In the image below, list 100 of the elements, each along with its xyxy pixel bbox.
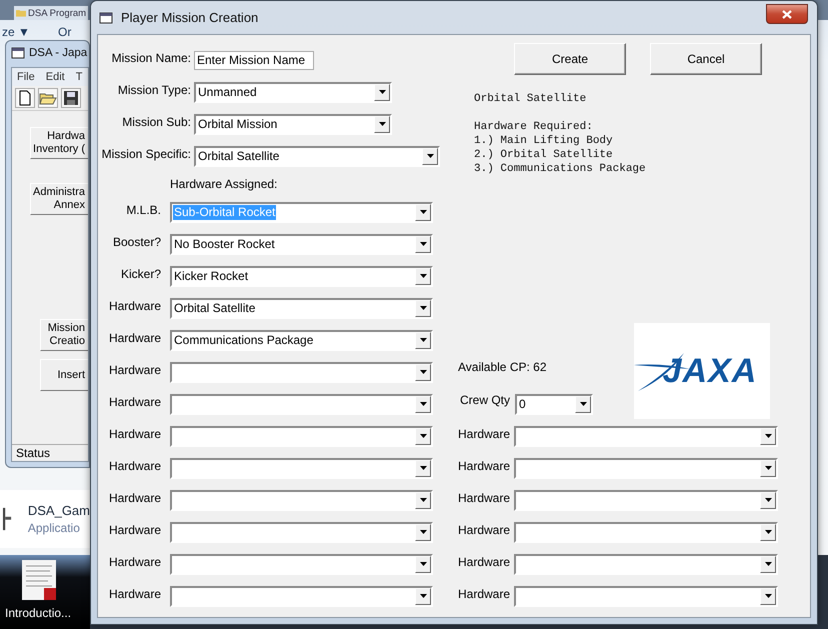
- field-label: Hardware: [108, 426, 162, 440]
- field-label: M.L.B.: [125, 202, 162, 216]
- caret-icon: [420, 338, 426, 342]
- dialog-button[interactable]: Cancel: [650, 43, 762, 75]
- dropdown[interactable]: Orbital Mission: [194, 114, 392, 134]
- document-drawing: [22, 560, 56, 600]
- dropdown-arrow-button[interactable]: [422, 148, 438, 164]
- field-label: Hardware: [108, 522, 162, 536]
- new-file-icon[interactable]: [15, 88, 35, 108]
- caret-icon: [420, 466, 426, 470]
- caret-icon: [764, 498, 772, 502]
- caret-icon: [420, 274, 426, 278]
- dropdown-arrow-button[interactable]: [760, 588, 776, 604]
- requirements-heading: Hardware Required:: [474, 120, 593, 134]
- address-field[interactable]: DSA Program: [14, 6, 88, 20]
- dropdown-arrow-button[interactable]: [760, 556, 776, 572]
- dropdown-arrow-button[interactable]: [415, 396, 431, 412]
- mission-title-text: Orbital Satellite: [474, 92, 586, 106]
- app-button[interactable]: Insert: [40, 359, 88, 391]
- menu-item[interactable]: File: [17, 71, 35, 83]
- field-label: Hardware: [108, 458, 162, 472]
- dropdown-arrow-button[interactable]: [415, 332, 431, 348]
- field-label: Mission Name:: [110, 50, 192, 64]
- open-folder-icon[interactable]: [38, 88, 58, 108]
- field-label: Hardware: [108, 330, 162, 344]
- dropdown-arrow-button[interactable]: [760, 460, 776, 476]
- field-label: Hardware: [457, 458, 512, 472]
- window-title: Player Mission Creation: [121, 10, 258, 25]
- dropdown-arrow-button[interactable]: [415, 428, 431, 444]
- dropdown-arrow-button[interactable]: [415, 364, 431, 380]
- caret-icon: [420, 562, 426, 566]
- field-label: Mission Type:: [116, 82, 192, 96]
- dropdown[interactable]: Communications Package: [170, 330, 433, 350]
- caret-icon: [420, 370, 426, 374]
- caret-icon: [420, 530, 426, 534]
- requirement-item: 1.) Main Lifting Body: [474, 134, 613, 148]
- file-list-item[interactable]: DSA_Gam Applicatio: [0, 490, 90, 548]
- dropdown-arrow-button[interactable]: [575, 396, 591, 412]
- text-field[interactable]: Enter Mission Name: [194, 50, 314, 70]
- caret-icon: [420, 498, 426, 502]
- field-label: Kicker?: [120, 266, 162, 280]
- window-title: DSA - Japa: [29, 47, 88, 59]
- dialog-button[interactable]: Create: [514, 43, 626, 75]
- field-label: Hardware: [108, 394, 162, 408]
- close-button[interactable]: [766, 4, 808, 24]
- dropdown-arrow-button[interactable]: [374, 116, 390, 132]
- dropdown[interactable]: Orbital Satellite: [194, 146, 440, 166]
- caret-icon: [764, 434, 772, 438]
- dropdown[interactable]: Unmanned: [194, 82, 392, 102]
- folder-icon: [16, 9, 26, 17]
- requirement-item: 3.) Communications Package: [474, 162, 646, 176]
- requirement-item: 2.) Orbital Satellite: [474, 148, 613, 162]
- dropdown[interactable]: Kicker Rocket: [170, 266, 433, 286]
- field-label: Hardware: [457, 522, 512, 536]
- logo-text: JAXA: [662, 352, 758, 390]
- document-thumbnail[interactable]: [22, 560, 56, 600]
- window-icon: [11, 47, 25, 59]
- caret-icon: [580, 402, 586, 406]
- field-label: Hardware: [457, 586, 512, 600]
- dropdown-arrow-button[interactable]: [415, 460, 431, 476]
- field-label: Hardware: [108, 586, 162, 600]
- app-button[interactable]: Mission Creatio: [40, 319, 88, 351]
- menu-item[interactable]: T: [76, 71, 82, 83]
- dropdown-arrow-button[interactable]: [415, 236, 431, 252]
- caret-icon: [764, 530, 772, 534]
- caret-icon: [420, 306, 426, 310]
- caret-icon: [378, 122, 386, 126]
- dropdown[interactable]: 0: [515, 394, 593, 414]
- dropdown-arrow-button[interactable]: [415, 268, 431, 284]
- dropdown[interactable]: Orbital Satellite: [170, 298, 433, 318]
- dropdown-arrow-button[interactable]: [415, 204, 431, 220]
- field-label: Hardware: [108, 554, 162, 568]
- app-button[interactable]: Administra Annex: [30, 183, 88, 215]
- field-label: Hardware: [457, 554, 512, 568]
- available-points-text: Available CP: 62: [457, 360, 546, 374]
- app-button[interactable]: Hardwa Inventory (: [30, 127, 88, 159]
- dropdown-arrow-button[interactable]: [415, 556, 431, 572]
- dropdown-arrow-button[interactable]: [415, 588, 431, 604]
- dropdown-arrow-button[interactable]: [374, 84, 390, 100]
- dropdown-arrow-button[interactable]: [760, 492, 776, 508]
- save-icon[interactable]: [61, 88, 81, 108]
- field-label: Mission Specific:: [100, 146, 192, 160]
- dropdown-arrow-button[interactable]: [760, 524, 776, 540]
- dropdown-arrow-button[interactable]: [760, 428, 776, 444]
- caret-icon: [420, 210, 426, 214]
- dropdown-arrow-button[interactable]: [415, 524, 431, 540]
- section-heading: Hardware Assigned:: [169, 177, 278, 191]
- toolbar-menu[interactable]: ze ▼: [2, 25, 30, 39]
- status-bar: Status: [12, 444, 88, 461]
- dropdown-arrow-button[interactable]: [415, 300, 431, 316]
- field-label: Hardware: [457, 426, 512, 440]
- close-icon: [782, 10, 792, 18]
- menu-item[interactable]: Edit: [46, 71, 65, 83]
- field-label: Mission Sub:: [121, 114, 192, 128]
- caret-icon: [378, 90, 386, 94]
- dropdown[interactable]: No Booster Rocket: [170, 234, 433, 254]
- dropdown-arrow-button[interactable]: [415, 492, 431, 508]
- field-label: Booster?: [112, 234, 162, 248]
- taskbar-label: Introductio...: [5, 606, 72, 620]
- toolbar-menu[interactable]: Or: [58, 25, 72, 39]
